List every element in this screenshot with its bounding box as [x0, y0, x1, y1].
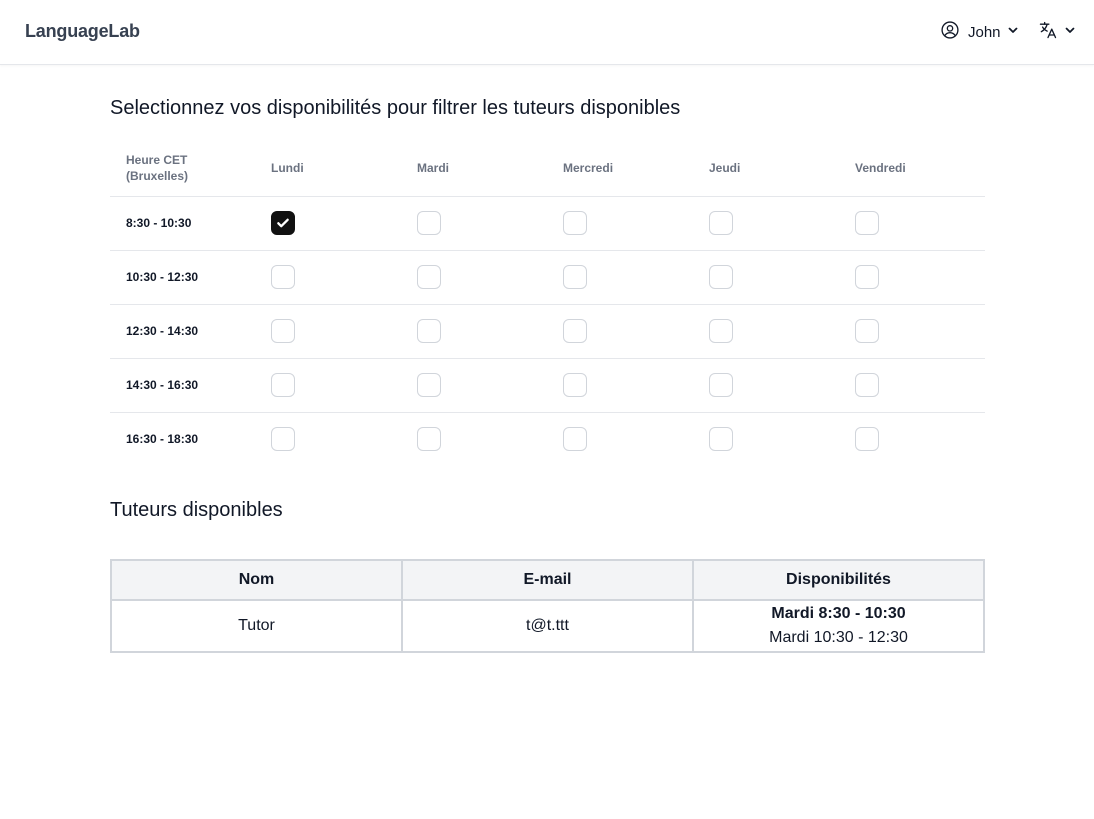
- slot-cell: [401, 358, 547, 413]
- tutors-table: Nom E-mail Disponibilités Tutor t@t.ttt …: [110, 559, 985, 653]
- slot-checkbox-vendredi-4[interactable]: [855, 427, 879, 452]
- slot-checkbox-mercredi-3[interactable]: [563, 373, 587, 397]
- slot-cell: [401, 304, 547, 359]
- availability-match: Mardi 8:30 - 10:30: [771, 605, 906, 622]
- slot-checkbox-jeudi-2[interactable]: [709, 319, 733, 343]
- table-row: 12:30 - 14:30: [110, 304, 985, 359]
- chevron-down-icon: [1064, 23, 1076, 41]
- table-row: 16:30 - 18:30: [110, 412, 985, 466]
- chevron-down-icon: [1007, 23, 1019, 41]
- slot-cell: [401, 250, 547, 305]
- tutor-email: t@t.ttt: [401, 599, 694, 653]
- time-slot-label: 16:30 - 18:30: [126, 432, 199, 447]
- availability-grid: Heure CET (Bruxelles) Lundi Mardi Mercre…: [110, 140, 985, 466]
- slot-cell: [839, 358, 985, 413]
- slot-checkbox-lundi-3[interactable]: [271, 373, 295, 397]
- brand-logo[interactable]: LanguageLab: [25, 21, 140, 42]
- slot-cell: [547, 412, 693, 466]
- slot-checkbox-mardi-4[interactable]: [417, 427, 441, 452]
- time-slot-label: 14:30 - 16:30: [110, 358, 255, 413]
- column-header-name: Nom: [110, 559, 403, 601]
- slot-cell: [547, 304, 693, 359]
- slot-checkbox-jeudi-3[interactable]: [709, 373, 733, 397]
- availability-title: Selectionnez vos disponibilités pour fil…: [110, 97, 681, 119]
- table-row: Tutor t@t.ttt Mardi 8:30 - 10:30 Mardi 1…: [110, 599, 985, 653]
- slot-cell: [255, 412, 401, 466]
- time-slot-label: 12:30 - 14:30: [110, 304, 255, 359]
- slot-checkbox-vendredi-3[interactable]: [855, 373, 879, 397]
- time-slot-label: 10:30 - 12:30: [110, 250, 255, 305]
- slot-cell: [255, 358, 401, 413]
- slot-cell: [255, 196, 401, 251]
- time-column-header: Heure CET (Bruxelles): [110, 140, 255, 197]
- slot-checkbox-mercredi-1[interactable]: [563, 265, 587, 289]
- slot-cell: [547, 358, 693, 413]
- user-menu-button[interactable]: John: [940, 20, 1019, 45]
- slot-cell: [401, 412, 547, 466]
- slot-checkbox-jeudi-4[interactable]: [709, 427, 733, 452]
- slot-cell: [839, 304, 985, 359]
- slot-cell: [693, 358, 839, 413]
- table-row: 14:30 - 16:30: [110, 358, 985, 413]
- day-header-vendredi: Vendredi: [839, 140, 985, 197]
- slot-checkbox-mercredi-0[interactable]: [563, 211, 587, 235]
- slot-cell: [693, 196, 839, 251]
- tutor-name: Tutor: [110, 599, 403, 653]
- tutor-availability: Mardi 8:30 - 10:30 Mardi 10:30 - 12:30: [692, 599, 985, 653]
- slot-cell: [255, 250, 401, 305]
- slot-checkbox-jeudi-0[interactable]: [709, 211, 733, 235]
- slot-checkbox-lundi-0[interactable]: [271, 211, 295, 235]
- day-header-jeudi: Jeudi: [693, 140, 839, 197]
- slot-checkbox-mardi-0[interactable]: [417, 211, 441, 235]
- time-header-zone: (Bruxelles): [126, 168, 189, 183]
- time-slot-label: 8:30 - 10:30: [110, 196, 255, 251]
- slot-cell: [839, 250, 985, 305]
- slot-cell: [547, 250, 693, 305]
- slot-cell: [839, 196, 985, 251]
- slot-checkbox-lundi-1[interactable]: [271, 265, 295, 289]
- top-navbar: LanguageLab John: [0, 0, 1094, 65]
- slot-cell: [547, 196, 693, 251]
- check-icon: [277, 218, 289, 228]
- slot-cell: [693, 304, 839, 359]
- table-row: 10:30 - 12:30: [110, 250, 985, 305]
- slot-checkbox-vendredi-2[interactable]: [855, 319, 879, 343]
- slot-checkbox-lundi-2[interactable]: [271, 319, 295, 343]
- user-circle-icon: [940, 20, 960, 45]
- slot-checkbox-mercredi-2[interactable]: [563, 319, 587, 343]
- slot-checkbox-mardi-3[interactable]: [417, 373, 441, 397]
- availability-other: Mardi 10:30 - 12:30: [769, 629, 908, 646]
- slot-cell: [693, 250, 839, 305]
- slot-cell: [255, 304, 401, 359]
- slot-checkbox-lundi-4[interactable]: [271, 427, 295, 452]
- time-header-label: Heure CET: [126, 152, 188, 167]
- column-header-availability: Disponibilités: [692, 559, 985, 601]
- table-row: 8:30 - 10:30: [110, 196, 985, 251]
- day-header-mercredi: Mercredi: [547, 140, 693, 197]
- column-header-email: E-mail: [401, 559, 694, 601]
- slot-checkbox-mardi-1[interactable]: [417, 265, 441, 289]
- slot-checkbox-mardi-2[interactable]: [417, 319, 441, 343]
- slot-cell: [693, 412, 839, 466]
- tutors-title: Tuteurs disponibles: [110, 499, 283, 521]
- tutors-header-row: Nom E-mail Disponibilités: [110, 559, 985, 601]
- slot-checkbox-jeudi-1[interactable]: [709, 265, 733, 289]
- day-header-lundi: Lundi: [255, 140, 401, 197]
- slot-checkbox-vendredi-0[interactable]: [855, 211, 879, 235]
- grid-header-row: Heure CET (Bruxelles) Lundi Mardi Mercre…: [110, 140, 985, 197]
- user-name: John: [968, 23, 1001, 41]
- slot-cell: [839, 412, 985, 466]
- translate-icon: [1038, 20, 1058, 45]
- day-header-mardi: Mardi: [401, 140, 547, 197]
- slot-checkbox-vendredi-1[interactable]: [855, 265, 879, 289]
- slot-checkbox-mercredi-4[interactable]: [563, 427, 587, 452]
- language-menu-button[interactable]: [1038, 21, 1076, 43]
- slot-cell: [401, 196, 547, 251]
